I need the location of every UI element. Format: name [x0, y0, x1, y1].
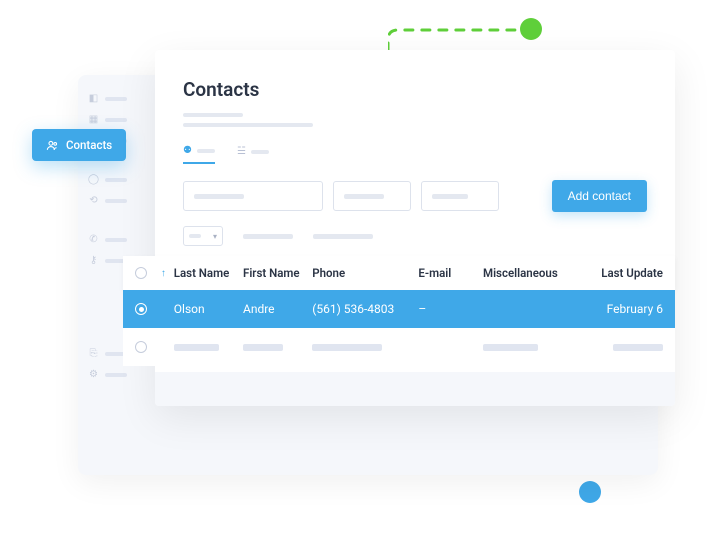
list-icon: ☱: [237, 146, 246, 157]
sidebar-item-label: [105, 118, 127, 122]
people-icon: [46, 139, 59, 152]
cell-skeleton: [483, 344, 538, 351]
placeholder-skeleton: [344, 194, 384, 199]
chat-icon: ◯: [88, 174, 99, 185]
search-input[interactable]: [183, 181, 323, 211]
cell-first-name: Andre: [243, 302, 312, 316]
filter-select-2[interactable]: [421, 181, 499, 211]
sidebar-item-label: [105, 373, 127, 377]
add-contact-button[interactable]: Add contact: [552, 180, 647, 212]
sidebar-item[interactable]: ✆: [88, 229, 140, 250]
placeholder-skeleton: [194, 194, 244, 199]
tabs: ⚉ ☱: [183, 145, 647, 164]
sidebar-item-label: [105, 178, 127, 182]
subtitle-skeleton: [183, 113, 243, 117]
toolbar-skeleton: [313, 234, 373, 239]
grid-icon: ▦: [88, 114, 99, 125]
col-header-last-name[interactable]: Last Name: [174, 266, 243, 280]
dashboard-icon: ◧: [88, 93, 99, 104]
page-title: Contacts: [183, 78, 647, 101]
cell-phone: (561) 536-4803: [312, 302, 418, 316]
col-header-first-name[interactable]: First Name: [243, 266, 312, 280]
sidebar-item[interactable]: ⟲: [88, 190, 140, 211]
col-header-email[interactable]: E-mail: [418, 266, 483, 280]
chevron-down-icon: ▾: [213, 232, 217, 241]
filter-select-1[interactable]: [333, 181, 411, 211]
cell-skeleton: [174, 344, 219, 351]
cell-last-update: February 6: [580, 302, 663, 316]
toolbar-secondary: ▾: [183, 226, 647, 246]
sidebar-item[interactable]: ⚙: [88, 364, 140, 385]
sidebar-item[interactable]: ◧: [88, 88, 140, 109]
col-header-misc[interactable]: Miscellaneous: [483, 266, 580, 280]
tab-people[interactable]: ⚉: [183, 145, 215, 164]
subtitle-skeleton: [183, 123, 313, 127]
logout-icon: ⎘: [88, 348, 99, 359]
row-radio[interactable]: [135, 303, 161, 315]
gear-icon: ⚙: [88, 369, 99, 380]
toolbar-skeleton: [243, 234, 293, 239]
decor-green-dot: [520, 18, 542, 40]
cell-skeleton: [312, 344, 382, 351]
placeholder-skeleton: [432, 194, 468, 199]
cell-last-name: Olson: [174, 302, 243, 316]
decor-blue-dot: [579, 481, 601, 503]
tab-label-skeleton: [197, 149, 215, 153]
row-radio[interactable]: [135, 341, 161, 353]
sidebar-active-pill[interactable]: Contacts: [32, 129, 126, 161]
sidebar-item-label: [105, 97, 127, 101]
footer-bar: [155, 372, 675, 406]
sidebar-item[interactable]: ▦: [88, 109, 140, 130]
tree-icon: ⚷: [88, 255, 99, 266]
sidebar-item-label: [105, 238, 127, 242]
sidebar-pill-label: Contacts: [66, 138, 112, 152]
sidebar-item[interactable]: ◯: [88, 169, 140, 190]
tab-label-skeleton: [251, 150, 269, 154]
people-icon: ⚉: [183, 145, 192, 156]
page-size-select[interactable]: ▾: [183, 226, 223, 246]
cell-skeleton: [613, 344, 663, 351]
cell-email: –: [418, 302, 483, 316]
main-panel: Contacts ⚉ ☱ Add contact ▾ ↑ Last Name F…: [155, 50, 675, 406]
link-icon: ⟲: [88, 195, 99, 206]
col-header-phone[interactable]: Phone: [312, 266, 418, 280]
contacts-table: ↑ Last Name First Name Phone E-mail Misc…: [123, 256, 675, 366]
phone-icon: ✆: [88, 234, 99, 245]
table-header-row: ↑ Last Name First Name Phone E-mail Misc…: [123, 256, 675, 290]
sidebar-item-label: [105, 199, 127, 203]
tab-list[interactable]: ☱: [237, 145, 269, 164]
select-value-skeleton: [189, 234, 201, 238]
sort-asc-icon[interactable]: ↑: [161, 268, 174, 279]
col-header-last-update[interactable]: Last Update: [580, 266, 663, 280]
table-row[interactable]: [123, 328, 675, 366]
filter-row: Add contact: [183, 180, 647, 212]
cell-skeleton: [243, 344, 283, 351]
table-row[interactable]: Olson Andre (561) 536-4803 – February 6: [123, 290, 675, 328]
select-all-radio[interactable]: [135, 267, 161, 279]
